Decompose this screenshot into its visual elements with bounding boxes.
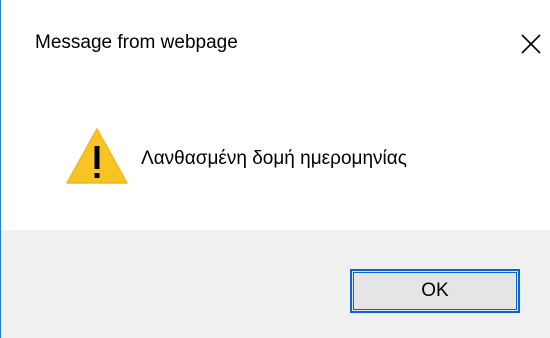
ok-button[interactable]: OK	[350, 269, 520, 313]
dialog-titlebar[interactable]: Message from webpage	[1, 0, 550, 82]
dialog-message: Λανθασμένη δομή ημερομηνίας	[141, 148, 407, 169]
dialog-content: Λανθασμένη δομή ημερομηνίας	[1, 82, 550, 230]
page: Message from webpage Λανθασμένη δομή ημε…	[0, 0, 550, 338]
message-dialog: Message from webpage Λανθασμένη δομή ημε…	[0, 0, 550, 338]
dialog-title: Message from webpage	[35, 32, 238, 53]
warning-icon	[64, 126, 130, 186]
dialog-footer: OK	[1, 230, 550, 338]
close-icon	[521, 34, 541, 54]
close-button[interactable]	[517, 30, 545, 58]
